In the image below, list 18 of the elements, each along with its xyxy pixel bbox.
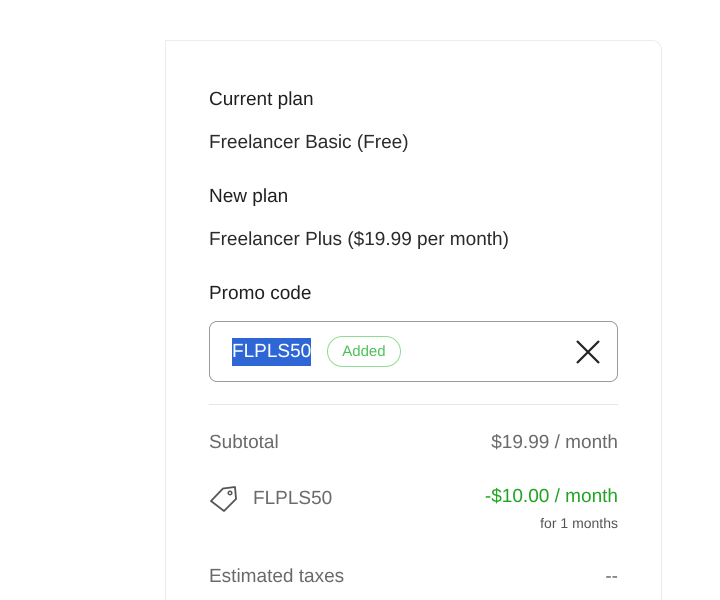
taxes-label: Estimated taxes	[209, 565, 344, 589]
promo-code-field[interactable]: FLPLS50 Added	[209, 321, 618, 382]
discount-duration: for 1 months	[540, 515, 618, 531]
current-plan-value: Freelancer Basic (Free)	[209, 131, 410, 155]
subtotal-label: Subtotal	[209, 431, 279, 455]
tag-icon	[209, 485, 239, 513]
taxes-value: --	[605, 565, 618, 589]
added-badge: Added	[327, 336, 401, 367]
promo-code-label: Promo code	[209, 282, 312, 306]
clear-button[interactable]	[575, 338, 601, 364]
discount-value: -$10.00 / month	[484, 485, 618, 509]
current-plan-label: Current plan	[209, 88, 315, 112]
discount-code: FLPLS50	[253, 487, 332, 511]
new-plan-value: Freelancer Plus ($19.99 per month)	[209, 228, 510, 252]
promo-code-text: FLPLS50	[232, 338, 312, 366]
close-icon	[575, 338, 601, 364]
new-plan-label: New plan	[209, 185, 290, 209]
subtotal-value: $19.99 / month	[491, 431, 618, 455]
